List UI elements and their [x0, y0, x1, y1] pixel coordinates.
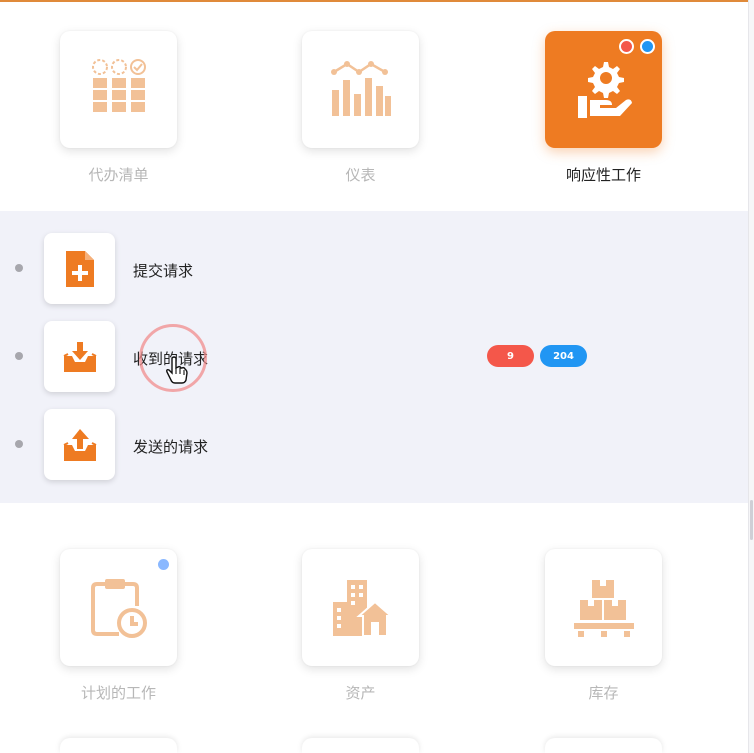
tile-assets[interactable]: 资产 — [302, 549, 419, 703]
tile-card[interactable] — [302, 549, 419, 666]
scrollbar-thumb[interactable] — [750, 500, 753, 540]
tile-planned-work[interactable]: 计划的工作 — [60, 549, 177, 703]
tile-label: 计划的工作 — [80, 684, 156, 702]
bullet-icon — [15, 352, 23, 360]
bullet-icon — [15, 264, 23, 272]
tile-todo-list[interactable]: 代办清单 — [60, 31, 177, 185]
responsive-work-icon — [577, 61, 632, 118]
tile-card-partial[interactable] — [545, 738, 662, 753]
notification-dot-blue — [640, 39, 655, 54]
tile-card-active[interactable] — [545, 31, 662, 148]
notification-dot-blue — [158, 559, 169, 570]
tile-dashboard[interactable]: 仪表 — [302, 31, 419, 185]
tile-card[interactable] — [60, 31, 177, 148]
tile-label: 代办清单 — [88, 166, 149, 184]
inbox-download-icon — [63, 341, 96, 372]
tile-card[interactable] — [545, 549, 662, 666]
submenu-item-submit-request[interactable]: 提交请求 — [0, 233, 748, 305]
submenu-item-received-requests[interactable]: 收到的请求 9 204 — [0, 321, 748, 393]
bullet-icon — [15, 440, 23, 448]
tile-card-partial[interactable] — [302, 738, 419, 753]
hand-pointer-icon — [166, 356, 188, 384]
notification-dot-red — [619, 39, 634, 54]
tile-card[interactable] — [302, 31, 419, 148]
tile-label: 响应性工作 — [565, 166, 641, 184]
assets-buildings-icon — [332, 579, 393, 637]
top-border — [0, 0, 754, 2]
dashboard-chart-icon — [330, 60, 391, 116]
tile-inventory[interactable]: 库存 — [545, 549, 662, 703]
submenu-icon-box[interactable] — [44, 409, 115, 480]
tile-card-partial[interactable] — [60, 738, 177, 753]
submenu-item-sent-requests[interactable]: 发送的请求 — [0, 409, 748, 481]
submenu-panel: 提交请求 收到的请求 9 204 发送的请求 — [0, 211, 748, 503]
tile-card[interactable] — [60, 549, 177, 666]
outbox-upload-icon — [63, 428, 96, 461]
tile-label: 库存 — [588, 684, 619, 702]
submenu-icon-box[interactable] — [44, 233, 115, 304]
inventory-boxes-icon — [573, 579, 634, 637]
submenu-label: 提交请求 — [133, 262, 194, 280]
todo-list-icon — [91, 58, 146, 112]
scrollbar-track[interactable] — [748, 0, 754, 753]
tile-label: 仪表 — [345, 166, 376, 184]
submit-document-icon — [65, 250, 94, 287]
submenu-icon-box[interactable] — [44, 321, 115, 392]
tile-responsive-work[interactable]: 响应性工作 — [545, 31, 662, 185]
badge-blue-count: 204 — [540, 345, 587, 367]
badge-red-count: 9 — [487, 345, 534, 367]
submenu-label: 发送的请求 — [133, 438, 209, 456]
planned-work-clipboard-icon — [90, 578, 147, 638]
tile-label: 资产 — [345, 684, 376, 702]
